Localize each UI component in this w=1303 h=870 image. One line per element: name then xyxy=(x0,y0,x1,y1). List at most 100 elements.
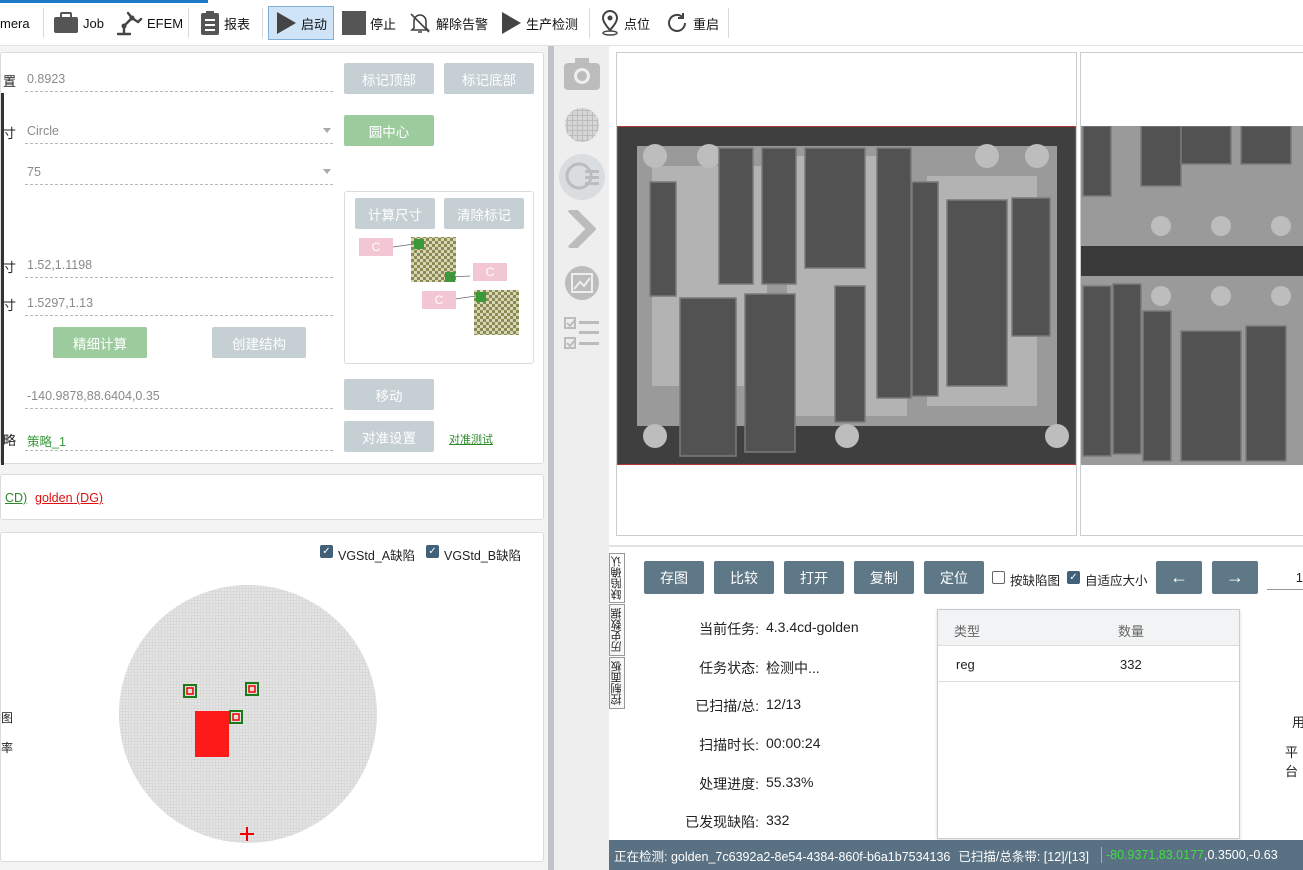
points-button[interactable]: 点位 xyxy=(600,6,650,40)
image-viewer-1[interactable] xyxy=(616,52,1077,536)
horizontal-splitter[interactable] xyxy=(609,545,1303,547)
alignment-test-link[interactable]: 对准测试 xyxy=(449,431,493,447)
next-button[interactable]: → xyxy=(1212,561,1258,594)
ruler-pencil-icon[interactable] xyxy=(563,210,601,248)
play-icon xyxy=(502,12,521,34)
camera-label: mera xyxy=(0,15,30,31)
calc-size-button[interactable]: 计算尺寸 xyxy=(355,198,435,229)
table-header: 类型 数量 xyxy=(938,610,1239,646)
clear-marks-button[interactable]: 清除标记 xyxy=(444,198,524,229)
clear-alarm-button[interactable]: 解除告警 xyxy=(408,6,488,40)
info-label-scanned: 已扫描/总: xyxy=(695,698,759,714)
row1-label: 置 xyxy=(3,74,17,89)
strategy-field[interactable]: 策略_1 xyxy=(25,429,333,451)
wafer-list-icon[interactable] xyxy=(565,160,601,194)
efem-button[interactable]: EFEM xyxy=(115,6,183,40)
clipboard-icon xyxy=(201,11,219,35)
mark-top-button[interactable]: 标记顶部 xyxy=(344,63,434,94)
side-mark-2: 率 xyxy=(1,741,14,755)
left-panel: 置 0.8923 标记顶部 标记底部 寸 Circle 圆中心 75 计算尺寸 … xyxy=(0,46,553,870)
shape-select[interactable]: Circle xyxy=(25,122,333,144)
wafer-map[interactable] xyxy=(117,583,383,845)
camera-icon[interactable] xyxy=(563,56,601,92)
position-value: 0.8923 xyxy=(27,72,66,86)
save-image-button[interactable]: 存图 xyxy=(644,561,704,594)
info-value-duration: 00:00:24 xyxy=(766,735,821,751)
prev-button[interactable]: ← xyxy=(1156,561,1202,594)
table-row[interactable]: reg 332 xyxy=(938,646,1239,682)
separator xyxy=(728,8,729,38)
separator xyxy=(262,8,263,38)
open-button[interactable]: 打开 xyxy=(784,561,844,594)
size-select[interactable]: 75 xyxy=(25,163,333,185)
fit-size-label: 自适应大小 xyxy=(1085,574,1148,588)
create-structure-button[interactable]: 创建结构 xyxy=(212,327,306,358)
info-value-scanned: 12/13 xyxy=(766,696,802,712)
camera-button[interactable]: mera xyxy=(0,6,30,40)
separator xyxy=(43,8,44,38)
by-defect-map-label: 按缺陷图 xyxy=(1010,574,1061,588)
robot-arm-icon xyxy=(116,11,143,36)
stop-label: 停止 xyxy=(370,16,397,32)
measured-size-value-1: 1.52,1.1198 xyxy=(27,258,93,272)
production-check-label: 生产检测 xyxy=(526,16,579,32)
chart-image-icon[interactable] xyxy=(563,264,601,302)
right-panel: 缺陷确认 历史数据 控制面板 存图 比较 打开 复制 定位 按缺陷图 ✓ 自适应… xyxy=(609,46,1303,870)
efem-label: EFEM xyxy=(147,15,184,31)
recipe-cd-link[interactable]: CD) xyxy=(5,491,27,505)
wafer-grid-icon[interactable] xyxy=(563,106,601,144)
status-bar: 正在检测: golden_7c6392a2-8e54-4384-860f-b6a… xyxy=(609,840,1303,870)
marker-c-1[interactable]: C xyxy=(359,238,393,256)
chevron-down-icon xyxy=(323,169,331,174)
location-pin-icon xyxy=(601,10,619,36)
fine-calc-button[interactable]: 精细计算 xyxy=(53,327,147,358)
vgstd-a-label: VGStd_A缺陷 xyxy=(338,549,416,563)
production-check-button[interactable]: 生产检测 xyxy=(500,6,578,40)
status-scanned: 已扫描/总条带: [12]/[13] xyxy=(958,849,1089,864)
tab-defect-confirm[interactable]: 缺陷确认 xyxy=(609,553,625,603)
circle-center-button[interactable]: 圆中心 xyxy=(344,115,434,146)
info-value-status: 检测中... xyxy=(766,660,820,676)
copy-button[interactable]: 复制 xyxy=(854,561,914,594)
marker-c-3[interactable]: C xyxy=(422,291,456,309)
side-mark-1: 图 xyxy=(1,711,14,725)
job-button[interactable]: Job xyxy=(53,6,104,40)
alignment-settings-button[interactable]: 对准设置 xyxy=(344,421,434,452)
by-defect-map-checkbox[interactable] xyxy=(992,571,1005,584)
stop-icon xyxy=(342,11,366,35)
marker-c-2[interactable]: C xyxy=(473,263,507,281)
report-button[interactable]: 报表 xyxy=(200,6,250,40)
info-label-status: 任务状态: xyxy=(699,660,759,676)
strategy-value: 策略_1 xyxy=(27,435,66,449)
row5-label: 寸 xyxy=(3,298,17,313)
mark-bottom-button[interactable]: 标记底部 xyxy=(444,63,534,94)
main-toolbar: mera Job EFEM 报表 启动 停止 解除告警 生产检测 点位 重启 xyxy=(0,0,1303,46)
measured-size-field-2[interactable]: 1.5297,1.13 xyxy=(25,294,333,316)
image-viewer-2[interactable] xyxy=(1080,52,1303,536)
vgstd-a-checkbox[interactable]: ✓ xyxy=(320,545,333,558)
recipe-golden-link[interactable]: golden (DG) xyxy=(35,491,103,505)
vgstd-b-checkbox[interactable]: ✓ xyxy=(426,545,439,558)
die-image-1[interactable] xyxy=(617,126,1076,465)
play-icon xyxy=(277,12,296,34)
stop-button[interactable]: 停止 xyxy=(342,6,396,40)
coordinate-field[interactable]: -140.9878,88.6404,0.35 xyxy=(25,387,333,409)
tool-icon-column xyxy=(554,46,609,870)
locate-button[interactable]: 定位 xyxy=(924,561,984,594)
info-value-task: 4.3.4cd-golden xyxy=(766,619,859,635)
status-coord-rest: ,0.3500,-0.63 xyxy=(1203,848,1278,862)
measured-size-field-1[interactable]: 1.52,1.1198 xyxy=(25,256,333,278)
separator xyxy=(188,8,189,38)
refresh-icon xyxy=(668,13,686,32)
separator xyxy=(589,8,590,38)
position-field[interactable]: 0.8923 xyxy=(25,70,333,92)
start-button[interactable]: 启动 xyxy=(268,6,334,40)
move-button[interactable]: 移动 xyxy=(344,379,434,410)
fit-size-checkbox[interactable]: ✓ xyxy=(1067,571,1080,584)
page-input[interactable]: 1 xyxy=(1267,570,1303,590)
compare-button[interactable]: 比较 xyxy=(714,561,774,594)
die-image-2[interactable] xyxy=(1081,126,1303,465)
measured-size-value-2: 1.5297,1.13 xyxy=(27,296,94,310)
checklist-icon[interactable] xyxy=(563,316,601,352)
restart-button[interactable]: 重启 xyxy=(665,6,719,40)
